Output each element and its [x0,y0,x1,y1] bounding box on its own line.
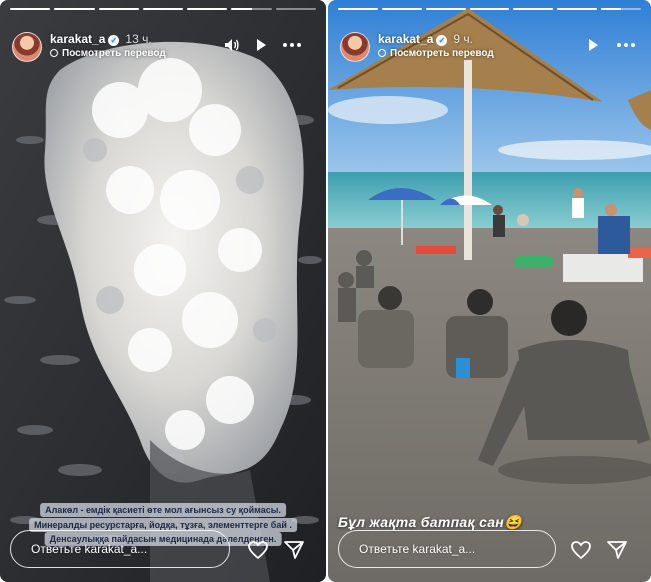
username-text[interactable]: karakat_a [378,32,433,46]
post-time: 13 ч. [125,32,152,46]
play-icon[interactable] [586,38,600,52]
story-1-progress [10,8,316,10]
progress-segment [187,8,228,10]
avatar[interactable] [12,32,42,62]
story-2-media-beach [328,0,651,582]
more-horizontal-icon[interactable] [282,38,302,52]
progress-segment [381,8,422,10]
progress-segment [54,8,95,10]
send-icon[interactable] [605,538,629,562]
send-icon[interactable] [282,538,306,562]
progress-segment [425,8,466,10]
progress-fill [187,8,228,10]
story-text-overlay: Бұл жақта батпақ сан😆 [338,514,522,530]
speaker-icon[interactable] [224,38,240,52]
progress-fill [425,8,466,10]
username[interactable]: karakat_a ✓ 13 ч. [50,32,152,46]
heart-icon[interactable] [569,538,593,562]
progress-fill [338,8,378,10]
progress-segment [338,8,378,10]
progress-segment [231,8,272,10]
username-text[interactable]: karakat_a [50,32,105,46]
story-2[interactable]: karakat_a ✓ 9 ч. Посмотреть перевод Бұл жа… [328,0,651,582]
progress-fill [231,8,252,10]
progress-fill [10,8,51,10]
translate-icon [378,49,386,57]
more-horizontal-icon[interactable] [616,38,636,52]
heart-icon[interactable] [246,538,270,562]
avatar[interactable] [340,32,370,62]
story-1[interactable]: karakat_a ✓ 13 ч. Посмотреть перевод Алакө… [0,0,326,582]
progress-fill [54,8,95,10]
progress-segment [275,8,316,10]
verified-badge-icon: ✓ [108,35,120,46]
progress-fill [469,8,510,10]
translate-link[interactable]: Посмотреть перевод [390,48,494,59]
progress-segment [98,8,139,10]
caption-line: Алакөл - емдік қасиеті өте мол ағынсыз с… [40,503,286,517]
progress-fill [381,8,422,10]
story-2-progress [338,8,642,10]
progress-fill [557,8,598,10]
progress-segment [10,8,51,10]
progress-fill [98,8,139,10]
verified-badge-icon: ✓ [436,35,448,46]
progress-segment [142,8,184,10]
play-icon[interactable] [254,38,268,52]
progress-fill [142,8,184,10]
reply-input[interactable]: Ответьте karakat_a... [338,530,556,568]
translate-link[interactable]: Посмотреть перевод [62,48,166,59]
progress-segment [469,8,510,10]
story-1-header: karakat_a ✓ 13 ч. Посмотреть перевод [10,30,316,64]
progress-segment [513,8,554,10]
translate-icon [50,49,58,57]
story-1-media-mud-flow [0,0,326,582]
post-time: 9 ч. [453,32,473,46]
username[interactable]: karakat_a ✓ 9 ч. [378,32,473,46]
progress-fill [601,8,622,10]
progress-fill [513,8,554,10]
reply-input[interactable]: Ответьте karakat_a... [10,530,230,568]
progress-segment [601,8,642,10]
story-2-header: karakat_a ✓ 9 ч. Посмотреть перевод [338,30,641,64]
progress-segment [557,8,598,10]
